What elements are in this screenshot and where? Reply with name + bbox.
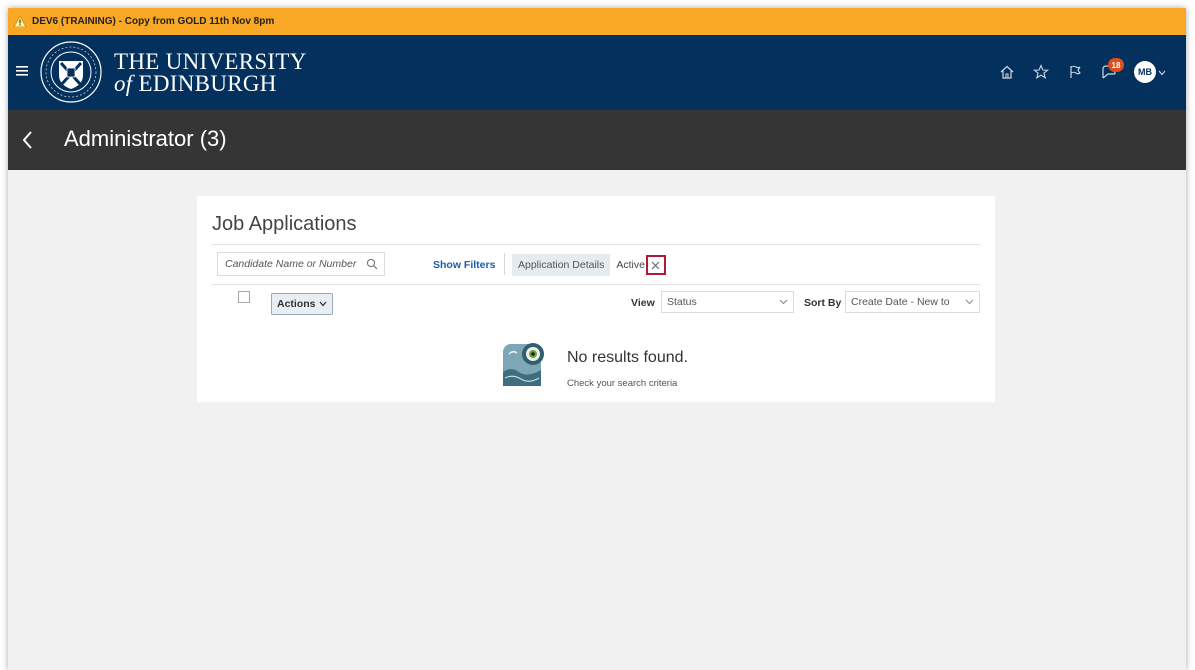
no-results-illustration-icon	[499, 338, 547, 390]
environment-banner: DEV6 (TRAINING) - Copy from GOLD 11th No…	[8, 8, 1186, 35]
view-label: View	[631, 297, 655, 309]
divider	[211, 244, 981, 245]
warning-icon	[14, 16, 26, 27]
university-crest-logo[interactable]	[40, 41, 102, 103]
panel-title: Job Applications	[212, 213, 357, 235]
actions-menu-button[interactable]: Actions	[271, 293, 333, 315]
filter-chip-value: Active	[616, 259, 645, 271]
chevron-down-icon	[319, 301, 327, 307]
no-results-title: No results found.	[567, 349, 688, 366]
flag-icon[interactable]	[1058, 58, 1092, 86]
view-select-value: Status	[667, 296, 697, 308]
sort-by-label: Sort By	[804, 297, 842, 309]
remove-filter-close-icon[interactable]	[645, 255, 666, 275]
environment-banner-text: DEV6 (TRAINING) - Copy from GOLD 11th No…	[32, 16, 275, 27]
university-name-of: of	[114, 71, 133, 96]
university-name-edinburgh: EDINBURGH	[132, 71, 277, 96]
divider	[504, 253, 505, 275]
job-applications-panel: Job Applications Show Filters Applicatio…	[197, 196, 995, 402]
no-results-subtitle: Check your search criteria	[567, 378, 678, 389]
select-all-checkbox[interactable]	[238, 291, 250, 303]
chevron-down-icon	[779, 299, 788, 305]
show-filters-link[interactable]: Show Filters	[433, 259, 495, 271]
app-window: DEV6 (TRAINING) - Copy from GOLD 11th No…	[8, 8, 1186, 670]
back-arrow-icon[interactable]	[20, 129, 36, 151]
filter-chip: Application Details Active	[512, 254, 666, 276]
hamburger-menu-icon[interactable]	[16, 64, 32, 78]
notifications-icon[interactable]: 18	[1092, 58, 1126, 86]
search-icon[interactable]	[366, 257, 378, 275]
actions-label: Actions	[277, 298, 316, 310]
page-title: Administrator (3)	[64, 126, 227, 151]
candidate-search-input[interactable]	[218, 257, 367, 271]
chevron-down-icon[interactable]	[1158, 63, 1166, 81]
sort-by-select[interactable]: Create Date - New to	[845, 291, 980, 313]
divider	[211, 284, 981, 285]
page-title-bar: Administrator (3)	[8, 110, 1186, 170]
view-select[interactable]: Status	[661, 291, 794, 313]
chevron-down-icon	[965, 299, 974, 305]
header-icons: 18 MB	[990, 58, 1166, 86]
university-name: THE UNIVERSITY of EDINBURGH	[114, 49, 307, 96]
sort-by-select-value: Create Date - New to	[851, 296, 950, 308]
university-name-line1: THE UNIVERSITY	[114, 49, 307, 74]
candidate-search-field[interactable]	[217, 252, 385, 276]
university-name-line2: of EDINBURGH	[114, 71, 307, 96]
global-header: THE UNIVERSITY of EDINBURGH 18 MB	[8, 35, 1186, 110]
notifications-count-badge: 18	[1108, 58, 1124, 72]
favorites-star-icon[interactable]	[1024, 58, 1058, 86]
user-avatar[interactable]: MB	[1134, 61, 1156, 83]
home-icon[interactable]	[990, 58, 1024, 86]
filter-chip-label: Application Details	[512, 254, 611, 276]
